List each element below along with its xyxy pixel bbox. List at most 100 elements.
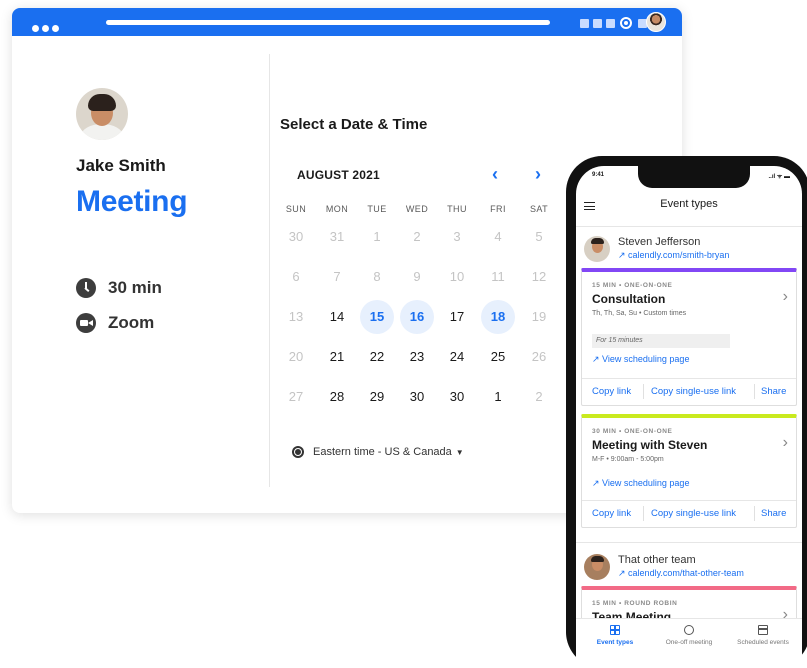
- status-icons: ..ıl ᯤ ▬: [768, 174, 790, 180]
- toolbar-square-icon[interactable]: [580, 19, 589, 28]
- calendar-day: 12: [531, 269, 547, 284]
- available-date-button[interactable]: 15: [360, 300, 394, 334]
- status-time: 9:41: [592, 172, 605, 178]
- event-card[interactable]: 30 MIN • ONE-ON-ONE Meeting with Steven …: [581, 414, 797, 528]
- window-dot-icon[interactable]: [42, 25, 49, 32]
- copy-single-use-link-button[interactable]: Copy single-use link: [651, 386, 736, 397]
- host-avatar: [76, 88, 128, 140]
- video-camera-icon: [76, 313, 96, 333]
- calendar-day: 25: [490, 349, 506, 364]
- share-button[interactable]: Share: [761, 386, 786, 397]
- tab-one-off-meeting[interactable]: One-off meeting: [654, 625, 724, 646]
- action-separator: [754, 506, 755, 521]
- calendar-day: 6: [292, 269, 300, 284]
- owner-name: Steven Jefferson: [618, 236, 701, 248]
- event-card-subtitle: Th, Th, Sa, Su • Custom times: [592, 310, 687, 317]
- copy-link-button[interactable]: Copy link: [592, 508, 631, 519]
- phone-screen-title: Event types: [660, 198, 718, 210]
- card-actions: Copy link Copy single-use link Share: [582, 378, 796, 404]
- owner-link[interactable]: ↗ calendly.com/smith-bryan: [618, 250, 729, 261]
- calendar-day: 30: [409, 389, 425, 404]
- phone-mockup: 9:41 ..ıl ᯤ ▬ Event types Steven Jeffers…: [566, 156, 807, 668]
- owner-link-text[interactable]: calendly.com/smith-bryan: [628, 250, 729, 260]
- clock-plus-icon: [684, 625, 694, 635]
- calendar-day: 17: [449, 309, 465, 324]
- owner-link[interactable]: ↗ calendly.com/that-other-team: [618, 568, 744, 579]
- calendar-day: 29: [369, 389, 385, 404]
- toolbar-avatar[interactable]: [646, 12, 666, 32]
- chevron-right-icon[interactable]: ›: [783, 434, 788, 452]
- tab-scheduled-events[interactable]: Scheduled events: [728, 625, 798, 646]
- owner-name: That other team: [618, 554, 696, 566]
- toolbar-circle-icon[interactable]: [620, 17, 632, 29]
- view-scheduling-link[interactable]: ↗ View scheduling page: [592, 478, 689, 489]
- card-actions: Copy link Copy single-use link Share: [582, 500, 796, 526]
- action-separator: [643, 384, 644, 399]
- available-date-button[interactable]: 18: [481, 300, 515, 334]
- tab-label: One-off meeting: [665, 639, 713, 646]
- copy-link-button[interactable]: Copy link: [592, 386, 631, 397]
- calendar-day: 5: [535, 229, 543, 244]
- window-dot-icon[interactable]: [32, 25, 39, 32]
- calendar-day: 1: [494, 389, 502, 404]
- calendar-day: 11: [491, 269, 505, 284]
- secret-note: For 15 minutes: [592, 334, 730, 348]
- address-bar[interactable]: [106, 20, 550, 25]
- calendar-day: 2: [413, 229, 421, 244]
- action-separator: [643, 506, 644, 521]
- team-avatar: [584, 554, 610, 580]
- event-card[interactable]: 15 MIN • ONE-ON-ONE Consultation Th, Th,…: [581, 268, 797, 406]
- phone-notch: [638, 166, 750, 188]
- weekday-label: TUE: [367, 204, 387, 214]
- copy-single-use-link-button[interactable]: Copy single-use link: [651, 508, 736, 519]
- header-divider: [576, 226, 802, 227]
- calendar-day: 21: [329, 349, 345, 364]
- toolbar-square-icon[interactable]: [606, 19, 615, 28]
- chevron-left-icon: ‹: [492, 164, 498, 184]
- weekday-label: THU: [447, 204, 467, 214]
- calendar-day: 23: [409, 349, 425, 364]
- calendar-day: 8: [373, 269, 381, 284]
- view-scheduling-text[interactable]: View scheduling page: [602, 478, 689, 488]
- month-label: AUGUST 2021: [297, 168, 380, 182]
- chevron-right-icon[interactable]: ›: [783, 288, 788, 306]
- available-date-button[interactable]: 16: [400, 300, 434, 334]
- bottom-tab-bar: Event types One-off meeting Scheduled ev…: [576, 618, 802, 668]
- calendar-day: 28: [329, 389, 345, 404]
- calendar-day: 1: [373, 229, 381, 244]
- view-scheduling-link[interactable]: ↗ View scheduling page: [592, 354, 689, 365]
- timezone-label: Eastern time - US & Canada: [313, 446, 452, 458]
- next-month-button[interactable]: ›: [527, 164, 549, 184]
- host-name: Jake Smith: [76, 156, 166, 175]
- caret-down-icon: ▼: [455, 447, 464, 457]
- section-divider: [576, 542, 802, 543]
- share-button[interactable]: Share: [761, 508, 786, 519]
- owner-link-text[interactable]: calendly.com/that-other-team: [628, 568, 744, 578]
- window-dot-icon[interactable]: [52, 25, 59, 32]
- calendar-day: 31: [329, 229, 345, 244]
- action-separator: [754, 384, 755, 399]
- event-duration: 30 min: [76, 278, 162, 298]
- clock-icon: [76, 278, 96, 298]
- weekday-label: SAT: [529, 204, 549, 214]
- phone-screen: 9:41 ..ıl ᯤ ▬ Event types Steven Jeffers…: [576, 166, 802, 668]
- timezone-selector[interactable]: Eastern time - US & Canada ▼: [292, 446, 464, 458]
- window-controls[interactable]: [32, 19, 62, 37]
- tab-event-types[interactable]: Event types: [580, 625, 650, 646]
- calendar-day: 9: [413, 269, 421, 284]
- globe-icon: [292, 446, 304, 458]
- calendar-day: 3: [453, 229, 461, 244]
- grid-icon: [610, 625, 620, 635]
- weekday-label: WED: [405, 204, 429, 214]
- event-card-subtitle: M-F • 9:00am - 5:00pm: [592, 456, 664, 463]
- weekday-label: MON: [325, 204, 349, 214]
- calendar-day: 22: [369, 349, 385, 364]
- calendar-icon: [758, 625, 768, 635]
- view-scheduling-text[interactable]: View scheduling page: [602, 354, 689, 364]
- prev-month-button[interactable]: ‹: [484, 164, 506, 184]
- calendar-heading: Select a Date & Time: [280, 116, 428, 133]
- tab-label: Scheduled events: [737, 639, 789, 646]
- toolbar-square-icon[interactable]: [593, 19, 602, 28]
- weekday-label: SUN: [285, 204, 307, 214]
- event-details-pane: [12, 36, 269, 513]
